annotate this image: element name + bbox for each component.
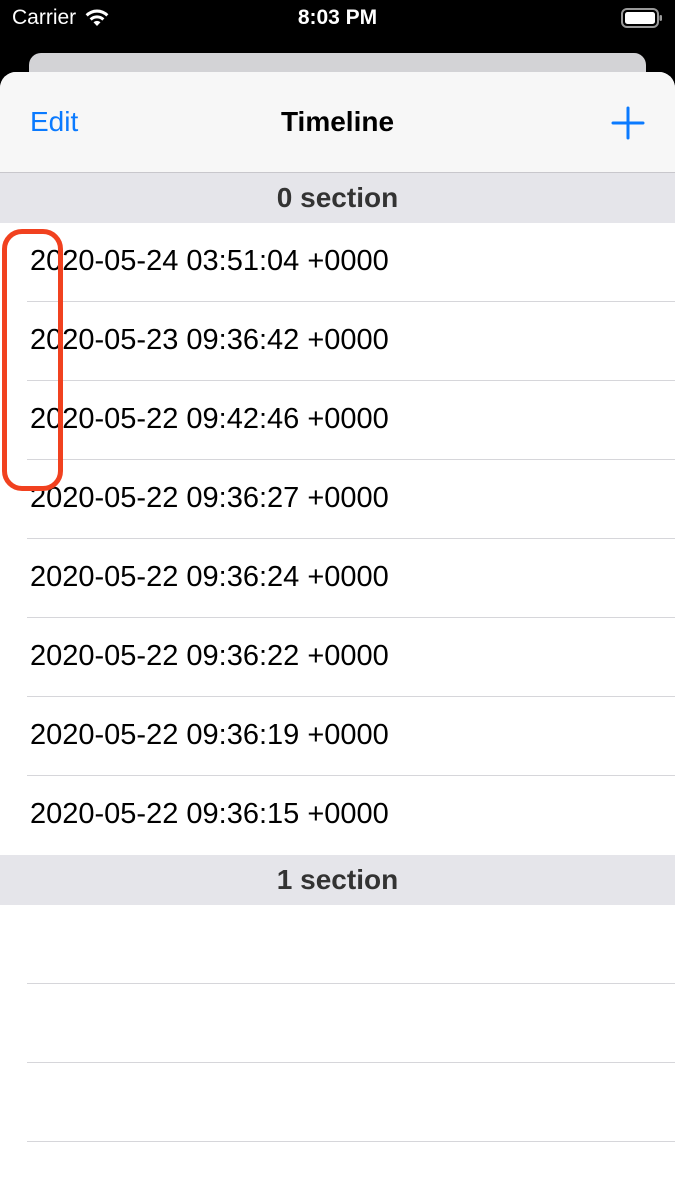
navigation-bar: Edit Timeline: [0, 72, 675, 173]
plus-icon[interactable]: [611, 106, 645, 140]
row-label: 2020-05-23 09:36:42 +0000: [30, 324, 389, 356]
timeline-sheet: Edit Timeline 0 section 2020-05-24 03:51…: [0, 72, 675, 1200]
row-label: 2020-05-22 09:42:46 +0000: [30, 403, 389, 435]
screen: Carrier 8:03 PM Edit Timeline 0 section …: [0, 0, 675, 1200]
row-label: 2020-05-24 03:51:04 +0000: [30, 245, 389, 277]
section-header-1: 1 section: [0, 855, 675, 905]
row-label: 2020-05-22 09:36:19 +0000: [30, 719, 389, 751]
table-row[interactable]: 2020-05-22 09:36:15 +0000: [0, 776, 675, 855]
table-row[interactable]: 2020-05-22 09:36:24 +0000: [0, 539, 675, 618]
section-header-0: 0 section: [0, 173, 675, 223]
empty-row: [0, 984, 675, 1063]
table-row[interactable]: 2020-05-22 09:42:46 +0000: [0, 381, 675, 460]
table-row[interactable]: 2020-05-24 03:51:04 +0000: [0, 223, 675, 302]
row-label: 2020-05-22 09:36:27 +0000: [30, 482, 389, 514]
table-row[interactable]: 2020-05-22 09:36:27 +0000: [0, 460, 675, 539]
empty-row: [0, 1063, 675, 1142]
row-label: 2020-05-22 09:36:15 +0000: [30, 798, 389, 830]
status-bar: Carrier 8:03 PM: [0, 0, 675, 38]
row-label: 2020-05-22 09:36:24 +0000: [30, 561, 389, 593]
table-row[interactable]: 2020-05-23 09:36:42 +0000: [0, 302, 675, 381]
battery-icon: [621, 8, 662, 28]
table-row[interactable]: 2020-05-22 09:36:22 +0000: [0, 618, 675, 697]
status-time: 8:03 PM: [297, 6, 378, 29]
empty-row: [0, 905, 675, 984]
row-label: 2020-05-22 09:36:22 +0000: [30, 640, 389, 672]
page-title: Timeline: [280, 106, 395, 137]
empty-row: [0, 1142, 675, 1200]
table-row[interactable]: 2020-05-22 09:36:19 +0000: [0, 697, 675, 776]
